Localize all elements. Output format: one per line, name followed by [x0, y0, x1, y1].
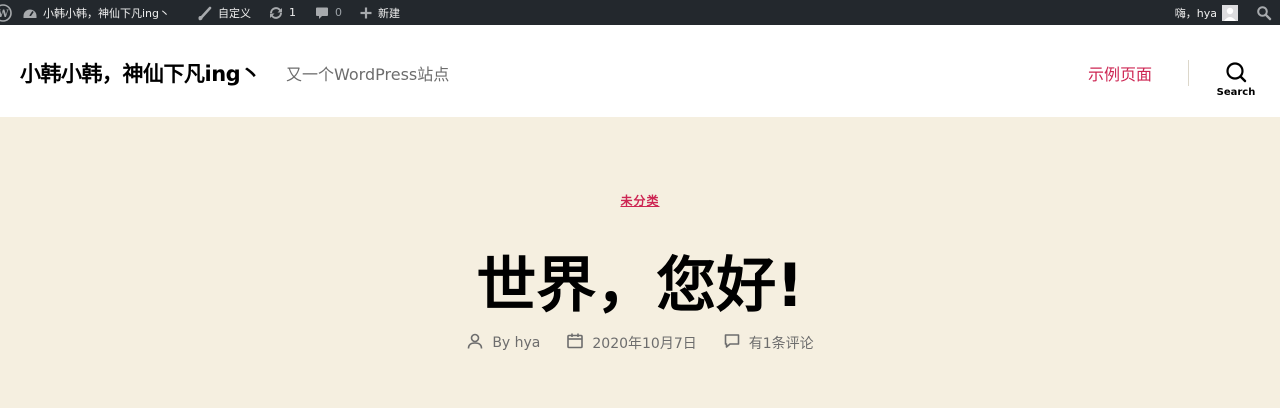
admin-bar-my-account[interactable]: 嗨，hya [1175, 0, 1238, 25]
site-title[interactable]: 小韩小韩，神仙下凡ing丶 [20, 58, 261, 88]
admin-bar-customize-label: 自定义 [218, 6, 251, 20]
update-icon [268, 5, 284, 21]
user-icon [466, 332, 484, 354]
category-link[interactable]: 未分类 [620, 194, 659, 208]
admin-bar-updates[interactable]: 1 [268, 0, 296, 25]
post-category: 未分类 [0, 192, 1280, 209]
search-toggle-label: Search [1216, 87, 1256, 98]
post-author-label: By hya [492, 335, 541, 351]
dashboard-icon [22, 5, 38, 21]
post-comments-label: 有1条评论 [748, 336, 814, 352]
post-comments[interactable]: 有1条评论 [723, 332, 814, 354]
comment-icon [723, 332, 741, 354]
svg-text:W: W [0, 9, 9, 20]
search-toggle-button[interactable]: Search [1212, 61, 1260, 105]
post-date-label: 2020年10月7日 [592, 336, 697, 352]
admin-bar-customize[interactable]: 自定义 [197, 0, 251, 25]
avatar [1222, 4, 1238, 21]
paintbrush-icon [197, 5, 213, 21]
site-description: 又一个WordPress站点 [286, 65, 450, 84]
site-header: 小韩小韩，神仙下凡ing丶 又一个WordPress站点 示例页面 Search [0, 25, 1280, 117]
plus-icon [359, 6, 373, 20]
admin-bar-site-name[interactable]: 小韩小韩，神仙下凡ing丶 [22, 0, 170, 25]
admin-bar-search[interactable] [1256, 0, 1272, 25]
admin-bar-comments-count: 0 [335, 6, 342, 19]
post-title: 世界，您好! [476, 251, 804, 321]
admin-bar-greeting: 嗨，hya [1174, 6, 1217, 20]
comment-bubble-icon [314, 5, 330, 21]
admin-bar: W 小韩小韩，神仙下凡ing丶 自定义 1 0 新建 嗨，hya [0, 0, 1280, 25]
admin-bar-new-content[interactable]: 新建 [359, 0, 400, 25]
menu-item-sample-page[interactable]: 示例页面 [1088, 61, 1152, 85]
admin-bar-new-label: 新建 [378, 6, 400, 20]
post-header: 未分类 世界，您好! By hya 2020年10月7日 有1条评论 [0, 117, 1280, 408]
post-meta: By hya 2020年10月7日 有1条评论 [0, 332, 1280, 354]
calendar-icon [566, 332, 584, 354]
post-date[interactable]: 2020年10月7日 [566, 332, 697, 354]
wordpress-logo-menu[interactable]: W [0, 0, 12, 25]
search-icon [1256, 5, 1272, 21]
wordpress-logo-icon: W [0, 3, 12, 22]
admin-bar-site-label: 小韩小韩，神仙下凡ing丶 [43, 6, 171, 20]
admin-bar-updates-count: 1 [289, 6, 296, 19]
post-author[interactable]: By hya [466, 332, 540, 354]
admin-bar-comments[interactable]: 0 [314, 0, 342, 25]
search-icon [1212, 61, 1260, 83]
header-divider [1188, 60, 1189, 86]
